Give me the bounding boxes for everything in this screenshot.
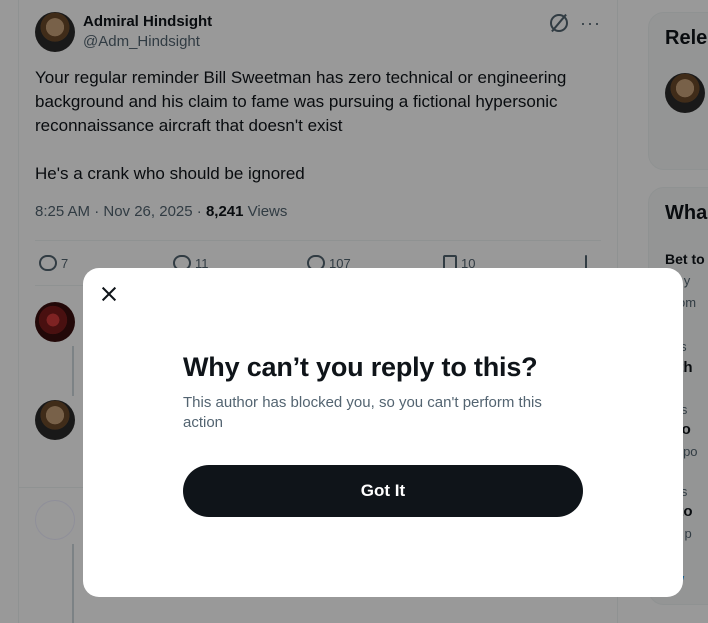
dialog-title: Why can’t you reply to this? xyxy=(183,352,538,382)
close-button[interactable] xyxy=(93,278,125,310)
close-icon xyxy=(101,286,117,302)
got-it-button[interactable]: Got It xyxy=(183,465,583,517)
blocked-reply-dialog: Why can’t you reply to this? This author… xyxy=(83,268,683,597)
dialog-description: This author has blocked you, so you can'… xyxy=(183,394,542,431)
